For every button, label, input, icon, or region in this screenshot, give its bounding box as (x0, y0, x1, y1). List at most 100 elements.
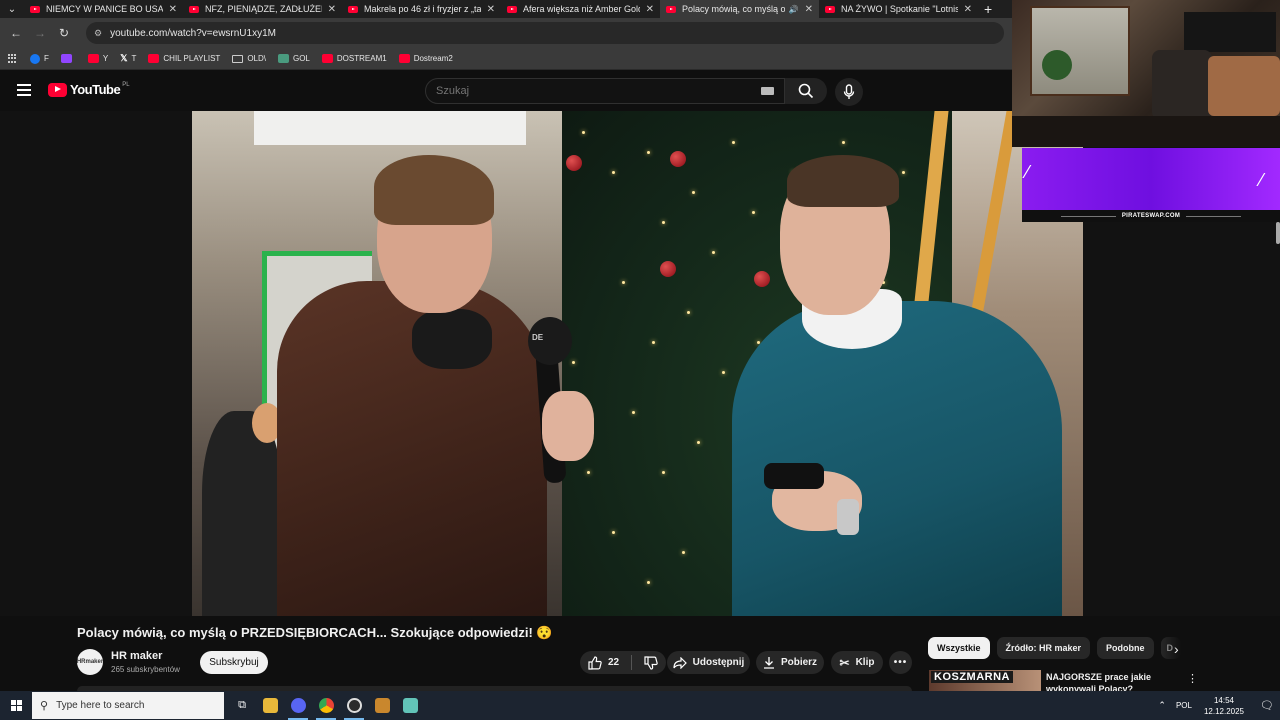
webcam-sofa (1208, 56, 1280, 116)
clock[interactable]: 14:54 12.12.2025 (1204, 695, 1244, 717)
youtube-favicon-icon (825, 5, 835, 13)
system-tray: ⌃ POL 14:54 12.12.2025 🗨 (1158, 691, 1280, 720)
tab-2[interactable]: NFZ, PIENIĄDZE, ZADŁUŻENIE SZPITALI✕ (183, 0, 342, 18)
video-player[interactable]: DE (192, 111, 1083, 616)
smartphone (764, 463, 824, 489)
youtube-icon (148, 54, 160, 63)
scissors-icon: ✂ (839, 655, 850, 670)
forward-arrow-icon[interactable]: → (28, 26, 52, 40)
webcam-window (1030, 6, 1130, 96)
site-info-icon[interactable]: ⚙ (94, 28, 102, 39)
input-language[interactable]: POL (1176, 701, 1192, 710)
bookmark-f[interactable]: F (30, 53, 49, 64)
close-tab-icon[interactable]: ✕ (964, 4, 972, 15)
tree-light (632, 411, 635, 414)
tab-4[interactable]: Afera większa niż Amber Gold? ✕ (501, 0, 660, 18)
video-title: Polacy mówią, co myślą o PRZEDSIĘBIORCAC… (77, 625, 553, 640)
like-count: 22 (607, 657, 620, 668)
more-actions-button[interactable]: ••• (889, 651, 912, 674)
sponsor-banner: ⁄ ⁄ (1022, 148, 1280, 210)
tab-6[interactable]: NA ŻYWO | Spotkanie "Lotnisko"✕ (819, 0, 978, 18)
webcam-chair (1152, 50, 1212, 120)
bookmark-gol[interactable]: GOL (277, 54, 310, 63)
close-tab-icon[interactable]: ✕ (805, 4, 813, 15)
back-arrow-icon[interactable]: ← (4, 26, 28, 40)
start-button[interactable] (0, 691, 32, 720)
bookmark-y[interactable]: Y (87, 54, 108, 63)
bookmark-old[interactable]: OLD\ (232, 54, 266, 63)
close-tab-icon[interactable]: ✕ (646, 4, 654, 15)
download-button[interactable]: Pobierz (756, 651, 824, 674)
youtube-icon (398, 54, 410, 63)
microphone-icon (843, 84, 855, 99)
tree-light (652, 341, 655, 344)
new-tab-icon[interactable]: + (984, 1, 992, 17)
tree-light (712, 251, 715, 254)
tree-light (582, 131, 585, 134)
channel-avatar[interactable]: HRmaker (77, 649, 103, 675)
close-tab-icon[interactable]: ✕ (169, 4, 177, 15)
chip-all[interactable]: Wszystkie (928, 637, 990, 659)
tree-light (587, 471, 590, 474)
close-tab-icon[interactable]: ✕ (487, 4, 495, 15)
app-icon-teal[interactable] (396, 691, 424, 720)
url-text: youtube.com/watch?v=ewsrnU1xy1M (110, 27, 276, 39)
share-button[interactable]: Udostępnij (667, 651, 750, 674)
channel-name[interactable]: HR maker (111, 650, 162, 662)
bookmark-twitch[interactable] (60, 54, 76, 63)
tab-3[interactable]: Makrela po 46 zł i fryzjer z „taką”✕ (342, 0, 501, 18)
recommended-video-thumbnail[interactable]: KOSZMARNA (929, 670, 1041, 691)
like-button[interactable]: 22 (588, 655, 620, 670)
chrome-app-icon[interactable] (312, 691, 340, 720)
app-icon-orange[interactable] (368, 691, 396, 720)
taskbar-search-box[interactable]: ⚲ Type here to search (32, 692, 224, 719)
chips-next-chevron-icon[interactable]: › (1174, 641, 1179, 657)
menu-hamburger-icon[interactable] (17, 84, 31, 96)
tab-1[interactable]: NIEMCY W PANICE BO USA STAWIAJĄ✕ (24, 0, 183, 18)
twitch-icon (60, 54, 72, 63)
voice-search-button[interactable] (835, 78, 863, 106)
task-view-icon[interactable]: ⧉ (228, 691, 256, 720)
download-icon (763, 657, 774, 669)
tree-light (612, 171, 615, 174)
youtube-icon (87, 54, 99, 63)
recommended-video-title[interactable]: NAJGORSZE prace jakie wykonywali Polacy? (1046, 671, 1176, 691)
tray-overflow-chevron-icon[interactable]: ⌃ (1158, 700, 1166, 711)
keyboard-icon[interactable] (761, 87, 774, 95)
url-field[interactable]: ⚙ youtube.com/watch?v=ewsrnU1xy1M (86, 22, 1004, 44)
more-dots-icon: ••• (893, 657, 908, 668)
apps-grid-icon[interactable] (8, 53, 18, 64)
facebook-icon (30, 53, 40, 64)
tab-search-chevron-icon[interactable]: ⌄ (0, 0, 24, 18)
banner-slash-decoration: ⁄ (1260, 170, 1264, 190)
close-tab-icon[interactable]: ✕ (328, 4, 336, 15)
reload-icon[interactable]: ↻ (52, 26, 76, 40)
bookmark-chil-playlist[interactable]: CHIL PLAYLIST (148, 54, 220, 63)
subscribe-button[interactable]: Subskrybuj (200, 651, 268, 674)
search-input[interactable] (436, 85, 761, 97)
microphone-head: DE (528, 317, 572, 365)
search-button[interactable] (785, 78, 827, 104)
chip-related[interactable]: Podobne (1097, 637, 1154, 659)
clip-button[interactable]: ✂ Klip (831, 651, 883, 674)
tab-5-active[interactable]: Polacy mówią, co myślą o PRZEDSIĘBIORCAC… (660, 0, 819, 18)
page-scrollbar[interactable] (1276, 222, 1280, 244)
bookmark-dostream2[interactable]: Dostream2 (398, 54, 453, 63)
discord-app-icon[interactable] (284, 691, 312, 720)
tree-light (572, 361, 575, 364)
tree-light (732, 141, 735, 144)
youtube-logo[interactable]: YouTube PL (48, 82, 130, 97)
obs-app-icon[interactable] (340, 691, 368, 720)
thumbs-down-icon[interactable] (644, 655, 658, 670)
recommended-more-vertical-icon[interactable]: ⋮ (1187, 672, 1198, 685)
youtube-favicon-icon (189, 5, 199, 13)
notification-icon[interactable]: 🗨 (1254, 699, 1280, 712)
bookmark-dostream1[interactable]: DOSTREAM1 (321, 54, 387, 63)
file-explorer-icon[interactable] (256, 691, 284, 720)
tree-light (682, 551, 685, 554)
g-icon (277, 54, 289, 63)
speaker-icon[interactable]: 🔊 (789, 5, 799, 14)
chip-source[interactable]: Źródło: HR maker (996, 637, 1091, 659)
bookmark-t[interactable]: 𝕏T (120, 53, 136, 64)
search-box[interactable] (425, 78, 785, 104)
